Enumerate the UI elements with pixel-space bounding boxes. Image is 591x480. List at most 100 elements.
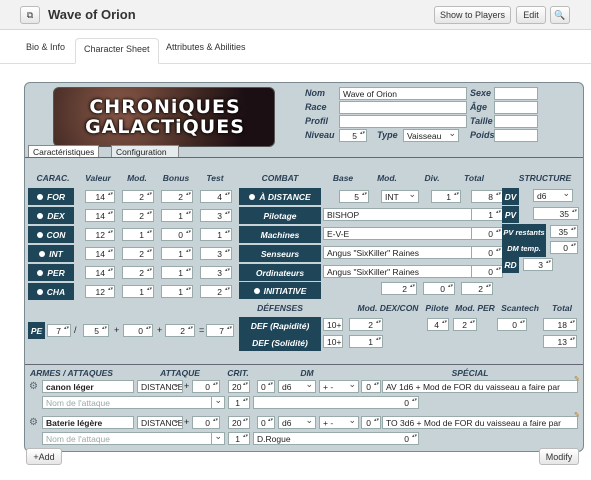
niveau-field[interactable]: 5 (339, 129, 367, 142)
def-solidite-dexcon[interactable]: 1 (349, 335, 383, 348)
distance-div[interactable]: 1 (431, 190, 461, 203)
carac-cha-mod[interactable]: 1 (122, 285, 154, 298)
edit-icon[interactable]: ✎ (574, 375, 580, 383)
carac-con-test[interactable]: 1 (200, 228, 232, 241)
def-solidite-total[interactable]: 13 (543, 335, 577, 348)
dm-dice-select[interactable]: d6 (278, 380, 316, 393)
pilotage-crew-field[interactable]: BISHOP (323, 208, 489, 221)
dm-dice-select[interactable]: d6 (278, 416, 316, 429)
carac-int-bonus[interactable]: 1 (161, 247, 193, 260)
tab-character-sheet[interactable]: Character Sheet (75, 38, 159, 64)
attack-label-select[interactable] (211, 396, 225, 409)
ordinateurs-bonus[interactable]: 0 (471, 265, 503, 278)
senseurs-bonus[interactable]: 0 (471, 246, 503, 259)
dm-bonus[interactable]: 0 (361, 380, 381, 393)
dm-dice-count[interactable]: 0 (257, 380, 275, 393)
carac-for-test[interactable]: 4 (200, 190, 232, 203)
dice-icon[interactable]: ⚙ (29, 417, 38, 428)
initiative-a[interactable]: 2 (381, 282, 417, 295)
rd-field[interactable]: 3 (523, 258, 553, 271)
machines-crew-field[interactable]: E-V-E (323, 227, 489, 240)
crit-field[interactable]: 20 (228, 380, 250, 393)
carac-int-valeur[interactable]: 14 (85, 247, 115, 260)
modify-button[interactable]: Modify (539, 448, 579, 465)
pe-bonus-1[interactable]: 0 (123, 324, 153, 337)
def-rapidite-total[interactable]: 18 (543, 318, 577, 331)
carac-per-test[interactable]: 3 (200, 266, 232, 279)
carac-cha-valeur[interactable]: 12 (85, 285, 115, 298)
def-rapidite-scantech[interactable]: 0 (497, 318, 527, 331)
dv-select[interactable]: d6 (533, 189, 573, 202)
carac-con-valeur[interactable]: 12 (85, 228, 115, 241)
dice-icon[interactable]: ⚙ (29, 381, 38, 392)
popout-icon[interactable]: ⧉ (20, 6, 40, 24)
poids-field[interactable] (494, 129, 538, 142)
attack-label-field[interactable]: Nom de l'attaque (42, 396, 225, 409)
pe-total[interactable]: 7 (206, 324, 234, 337)
dm-dice-count[interactable]: 0 (257, 416, 275, 429)
search-icon[interactable]: 🔍 (550, 6, 570, 24)
dm-temp-field[interactable]: 0 (550, 241, 578, 254)
carac-con-bonus[interactable]: 0 (161, 228, 193, 241)
pe-max[interactable]: 5 (83, 324, 109, 337)
carac-dex-mod[interactable]: 2 (122, 209, 154, 222)
type-select[interactable]: Vaisseau (403, 129, 459, 142)
special-field[interactable]: AV 1d6 + Mod de FOR du vaisseau a faire … (382, 380, 578, 393)
def-rapidite-pilote[interactable]: 4 (427, 318, 449, 331)
carac-dex-test[interactable]: 3 (200, 209, 232, 222)
attack-bonus[interactable]: 0 (192, 380, 220, 393)
carac-per-bonus[interactable]: 1 (161, 266, 193, 279)
def-rapidite-modper[interactable]: 2 (453, 318, 477, 331)
def-rapidite-dexcon[interactable]: 2 (349, 318, 383, 331)
initiative-b[interactable]: 0 (423, 282, 455, 295)
distance-mod-select[interactable]: INT (381, 190, 419, 203)
add-button[interactable]: +Add (26, 448, 62, 465)
attack-name-field[interactable]: canon léger (42, 380, 134, 393)
attack-type-select[interactable]: DISTANCE (137, 380, 183, 393)
taille-field[interactable] (494, 115, 538, 128)
pv-field[interactable]: 35 (533, 207, 579, 220)
pv-restants-field[interactable]: 35 (550, 225, 578, 238)
carac-for-mod[interactable]: 2 (122, 190, 154, 203)
race-field[interactable] (339, 101, 467, 114)
attack-type-select[interactable]: DISTANCE (137, 416, 183, 429)
carac-for-valeur[interactable]: 14 (85, 190, 115, 203)
distance-base[interactable]: 5 (339, 190, 369, 203)
initiative-c[interactable]: 2 (461, 282, 493, 295)
pe-current[interactable]: 7 (47, 324, 71, 337)
machines-bonus[interactable]: 0 (471, 227, 503, 240)
carac-dex-bonus[interactable]: 1 (161, 209, 193, 222)
special-field[interactable]: TO 3d6 + Mod de FOR du vaisseau a faire … (382, 416, 578, 429)
dm-operator-select[interactable]: + - (319, 416, 359, 429)
attack-name-field[interactable]: Baterie légère (42, 416, 134, 429)
carac-con-mod[interactable]: 1 (122, 228, 154, 241)
carac-int-mod[interactable]: 2 (122, 247, 154, 260)
dm-bonus[interactable]: 0 (361, 416, 381, 429)
tab-bio-info[interactable]: Bio & Info (26, 42, 65, 52)
carac-per-valeur[interactable]: 14 (85, 266, 115, 279)
show-to-players-button[interactable]: Show to Players (434, 6, 511, 24)
pe-bonus-2[interactable]: 2 (165, 324, 195, 337)
attack-count[interactable]: 1 (228, 432, 250, 445)
carac-for-bonus[interactable]: 2 (161, 190, 193, 203)
edit-button[interactable]: Edit (516, 6, 546, 24)
tab-attributes-abilities[interactable]: Attributes & Abilities (166, 42, 246, 52)
edit-icon[interactable]: ✎ (574, 411, 580, 419)
nom-field[interactable]: Wave of Orion (339, 87, 467, 100)
carac-per-mod[interactable]: 2 (122, 266, 154, 279)
carac-dex-valeur[interactable]: 14 (85, 209, 115, 222)
dm-operator-select[interactable]: + - (319, 380, 359, 393)
carac-cha-bonus[interactable]: 1 (161, 285, 193, 298)
crit-field[interactable]: 20 (228, 416, 250, 429)
distance-total[interactable]: 8 (471, 190, 503, 203)
attack-label-select[interactable] (211, 432, 225, 445)
profil-field[interactable] (339, 115, 467, 128)
carac-int-test[interactable]: 3 (200, 247, 232, 260)
attack-count[interactable]: 1 (228, 396, 250, 409)
ordinateurs-crew-field[interactable]: Angus "SixKiller" Raines (323, 265, 489, 278)
carac-cha-test[interactable]: 2 (200, 285, 232, 298)
attack-bonus[interactable]: 0 (192, 416, 220, 429)
sexe-field[interactable] (494, 87, 538, 100)
senseurs-crew-field[interactable]: Angus "SixKiller" Raines (323, 246, 489, 259)
age-field[interactable] (494, 101, 538, 114)
